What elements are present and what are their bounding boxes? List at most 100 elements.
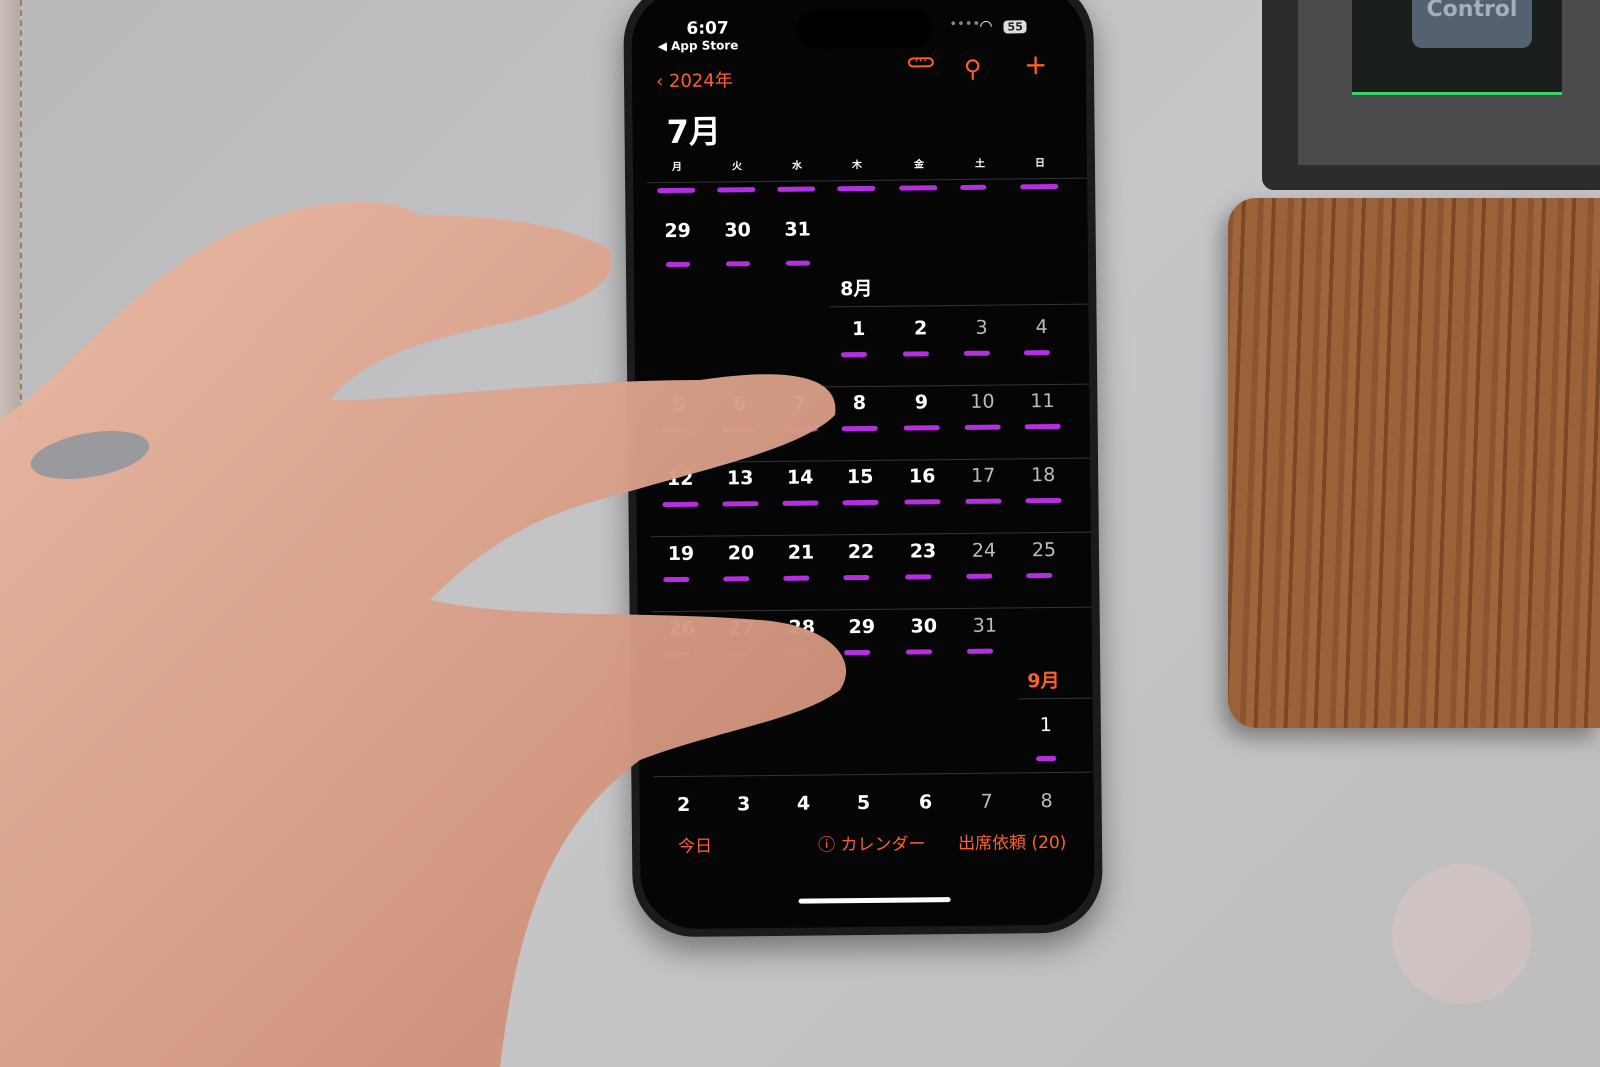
day-cell[interactable]: 27 xyxy=(717,617,767,640)
leather-mat-edge xyxy=(0,0,22,420)
day-cell[interactable]: 30 xyxy=(899,615,949,638)
day-cell[interactable]: 7 xyxy=(774,392,824,415)
signal-icon: •••• xyxy=(949,16,981,33)
day-cell[interactable]: 5 xyxy=(654,394,704,417)
day-cell[interactable]: 14 xyxy=(775,466,825,489)
day-cell[interactable]: 3 xyxy=(957,316,1007,339)
dynamic-island xyxy=(796,9,932,49)
day-cell[interactable]: 10 xyxy=(957,390,1007,413)
event-bar xyxy=(841,425,878,432)
keycap: Control xyxy=(1412,0,1532,48)
day-cell[interactable]: 8 xyxy=(834,392,884,415)
weekday-label[interactable]: 水 xyxy=(782,157,812,172)
invitations-button[interactable]: 出席依頼 (20) xyxy=(958,828,1067,854)
today-button[interactable]: 今日 xyxy=(678,832,712,857)
day-cell[interactable]: 1 xyxy=(834,318,884,341)
day-cell[interactable]: 29 xyxy=(653,220,703,243)
day-cell[interactable]: 31 xyxy=(772,218,822,241)
calendars-button[interactable]: ⓘ カレンダー xyxy=(818,829,926,855)
weekday-label[interactable]: 土 xyxy=(965,155,995,170)
plus-icon[interactable]: + xyxy=(1024,48,1048,81)
day-cell[interactable]: 18 xyxy=(1018,464,1068,487)
day-cell[interactable]: 25 xyxy=(1019,539,1069,562)
weekday-label[interactable]: 火 xyxy=(722,157,752,172)
event-bar xyxy=(842,499,879,506)
list-view-icon[interactable]: ··· xyxy=(907,53,934,69)
event-bar xyxy=(967,648,994,654)
event-bar xyxy=(963,350,990,356)
month-title: 7月 xyxy=(666,112,722,152)
day-cell[interactable]: 5 xyxy=(839,792,889,815)
event-bar xyxy=(903,425,940,431)
divider xyxy=(649,383,1090,390)
chevron-left-icon: ‹ xyxy=(655,71,670,93)
day-cell[interactable]: 16 xyxy=(897,465,947,488)
event-bar xyxy=(717,187,756,193)
day-cell[interactable]: 4 xyxy=(1017,316,1067,339)
day-cell[interactable]: 31 xyxy=(960,614,1010,637)
day-cell[interactable]: 1 xyxy=(1021,714,1071,737)
event-bar xyxy=(721,427,758,433)
month-label-september: 9月 xyxy=(1027,669,1060,693)
calendars-label: カレンダー xyxy=(840,834,926,856)
day-cell[interactable]: 2 xyxy=(896,317,946,340)
day-cell[interactable]: 3 xyxy=(719,793,769,816)
day-cell[interactable]: 9 xyxy=(896,391,946,414)
day-cell[interactable]: 26 xyxy=(657,618,707,641)
event-bar xyxy=(1025,497,1062,504)
divider xyxy=(647,177,1088,184)
day-cell[interactable]: 2 xyxy=(659,794,709,817)
day-cell[interactable]: 30 xyxy=(713,219,763,242)
event-bar xyxy=(663,576,690,583)
weekday-label[interactable]: 日 xyxy=(1025,154,1055,169)
day-cell[interactable]: 12 xyxy=(655,468,705,491)
event-bar xyxy=(960,184,987,190)
day-cell[interactable]: 15 xyxy=(835,466,885,489)
event-bar xyxy=(964,424,1001,430)
event-bar xyxy=(777,186,816,192)
divider xyxy=(650,531,1091,538)
watermark-logo xyxy=(1392,864,1532,1004)
search-icon[interactable]: ⚲ xyxy=(964,55,982,83)
day-cell[interactable]: 7 xyxy=(961,790,1011,813)
event-bar xyxy=(784,650,811,656)
ring xyxy=(30,430,150,480)
day-cell[interactable]: 23 xyxy=(898,540,948,563)
day-cell[interactable]: 29 xyxy=(837,616,887,639)
event-bar xyxy=(661,427,698,434)
day-cell[interactable]: 20 xyxy=(716,542,766,565)
event-bar xyxy=(902,351,929,357)
event-bar xyxy=(723,576,750,582)
year-label: 2024年 xyxy=(668,70,733,93)
event-bar xyxy=(1023,350,1050,356)
day-cell[interactable]: 4 xyxy=(779,792,829,815)
wooden-wrist-rest xyxy=(1228,198,1600,728)
back-to-year-button[interactable]: ‹ 2024年 xyxy=(656,66,733,93)
event-bar xyxy=(725,261,750,267)
weekday-label[interactable]: 木 xyxy=(842,156,872,171)
day-cell[interactable]: 17 xyxy=(958,464,1008,487)
day-cell[interactable]: 13 xyxy=(715,467,765,490)
weekday-label[interactable]: 月 xyxy=(662,158,692,173)
home-indicator[interactable] xyxy=(798,897,951,904)
back-to-app-store[interactable]: ◀ App Store xyxy=(658,38,739,53)
day-cell[interactable]: 21 xyxy=(776,541,826,564)
day-cell[interactable]: 6 xyxy=(901,791,951,814)
day-cell[interactable]: 8 xyxy=(1021,790,1071,813)
event-bar xyxy=(844,649,871,656)
event-bar xyxy=(665,261,690,268)
day-cell[interactable]: 19 xyxy=(656,543,706,566)
divider xyxy=(829,303,1089,308)
event-bar xyxy=(840,351,867,358)
event-bar xyxy=(965,498,1002,504)
day-cell[interactable]: 11 xyxy=(1017,390,1067,413)
day-cell[interactable]: 24 xyxy=(959,539,1009,562)
day-cell[interactable]: 6 xyxy=(714,393,764,416)
event-bar xyxy=(1024,423,1061,430)
event-bar xyxy=(966,573,993,579)
day-cell[interactable]: 28 xyxy=(777,616,827,639)
event-bar xyxy=(904,499,941,505)
status-time: 6:07 xyxy=(686,18,729,39)
weekday-label[interactable]: 金 xyxy=(904,155,934,170)
day-cell[interactable]: 22 xyxy=(836,541,886,564)
